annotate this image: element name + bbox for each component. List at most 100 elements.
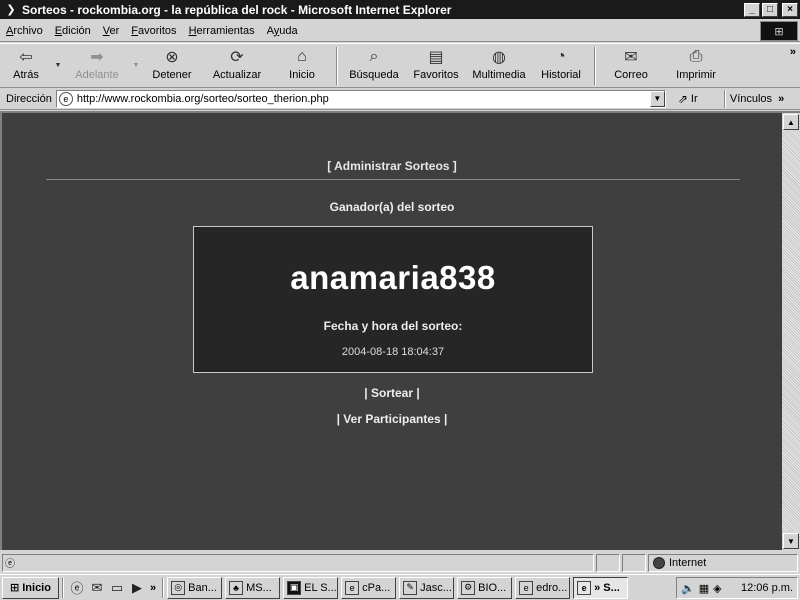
menu-archivo[interactable]: Archivo	[0, 25, 49, 37]
start-button[interactable]: ⊞ Inicio	[2, 576, 59, 599]
task-button[interactable]: e cPa...	[341, 576, 397, 599]
close-button[interactable]: ×	[782, 2, 798, 17]
page-status-icon: ⓔ	[5, 559, 15, 570]
search-button[interactable]: ⌕ Búsqueda	[342, 44, 406, 88]
links-more-chevron-icon: »	[778, 92, 785, 105]
menu-herramientas[interactable]: Herramientas	[183, 25, 261, 37]
app-icon: ♣	[229, 580, 244, 595]
refresh-icon: ⟳	[230, 49, 244, 66]
winner-panel: anamaria838 Fecha y hora del sorteo: 200…	[193, 226, 593, 373]
go-button[interactable]: ⇗ Ir	[678, 92, 720, 106]
refresh-button[interactable]: ⟳ Actualizar	[202, 44, 272, 88]
draw-date-value: 2004-08-18 18:04:37	[341, 346, 445, 358]
page-content: [ Administrar Sorteos ] Ganador(a) del s…	[0, 111, 782, 550]
mail-button[interactable]: ✉ Correo	[600, 44, 662, 88]
desktop-quicklaunch-icon[interactable]: ▭	[107, 578, 127, 598]
task-button[interactable]: ◎ Ban...	[167, 576, 223, 599]
print-button[interactable]: ⎙ Imprimir	[662, 44, 730, 88]
winner-heading: Ganador(a) del sorteo	[329, 200, 455, 214]
address-url[interactable]: http://www.rockombia.org/sorteo/sorteo_t…	[77, 93, 650, 105]
search-icon: ⌕	[369, 48, 379, 65]
taskbar-separator	[62, 577, 64, 598]
home-icon: ⌂	[297, 48, 307, 65]
window-title-bar: ❯ Sorteos - rockombia.org - la república…	[0, 0, 800, 19]
scroll-up-arrow-icon[interactable]: ▲	[783, 114, 799, 130]
ie-icon: e	[519, 580, 534, 595]
toolbar-separator	[336, 47, 338, 85]
media-button[interactable]: ◍ Multimedia	[466, 44, 532, 88]
quicklaunch-more-chevron-icon[interactable]: »	[147, 582, 159, 594]
tray-app-icon[interactable]: ◈	[713, 582, 721, 595]
task-button[interactable]: ⚙ BIO...	[457, 576, 513, 599]
volume-icon[interactable]: 🔈	[681, 582, 695, 595]
back-arrow-icon: ⇦	[19, 49, 33, 66]
address-input[interactable]: e http://www.rockombia.org/sorteo/sorteo…	[55, 89, 666, 108]
ie-icon: e	[345, 580, 360, 595]
admin-sorteos-link[interactable]: [ Administrar Sorteos ]	[2, 159, 782, 173]
mail-icon: ✉	[624, 49, 638, 66]
status-cell	[596, 553, 620, 572]
draw-link[interactable]: | Sortear |	[2, 386, 782, 400]
back-dropdown-icon[interactable]: ▼	[52, 44, 64, 69]
history-button[interactable]: ◔ Historial	[532, 44, 590, 88]
app-icon: ◎	[171, 580, 186, 595]
horizontal-divider	[46, 179, 740, 180]
back-button[interactable]: ⇦ Atrás	[0, 44, 52, 88]
network-icon[interactable]: ▦	[699, 582, 709, 595]
clock[interactable]: 12:06 p.m.	[741, 582, 793, 594]
address-dropdown-icon[interactable]: ▼	[649, 90, 665, 107]
menu-ver[interactable]: Ver	[97, 25, 126, 37]
task-button[interactable]: ▣ EL S...	[283, 576, 339, 599]
forward-arrow-icon: ➡	[90, 49, 104, 66]
taskbar-separator	[162, 577, 165, 598]
status-bar: ⓔ Internet	[0, 552, 800, 573]
media-icon: ◍	[492, 49, 506, 66]
menu-edicion[interactable]: Edición	[49, 25, 97, 37]
outlook-quicklaunch-icon[interactable]: ✉	[87, 578, 107, 598]
ie-icon: e	[577, 580, 592, 595]
status-cell	[622, 553, 646, 572]
taskbar: ⊞ Inicio ⓔ ✉ ▭ ▶ » ◎ Ban... ♣ MS... ▣ EL S.…	[0, 574, 800, 600]
stop-icon: ⊗	[165, 49, 179, 66]
links-separator	[723, 89, 726, 108]
view-participants-link[interactable]: | Ver Participantes |	[2, 412, 782, 426]
toolbar-more-chevron-icon[interactable]: »	[790, 46, 796, 58]
task-button[interactable]: ✎ Jasc...	[399, 576, 455, 599]
ie-quicklaunch-icon[interactable]: ⓔ	[67, 578, 87, 598]
go-arrow-icon: ⇗	[677, 91, 688, 106]
internet-globe-icon	[653, 556, 665, 569]
vertical-scrollbar[interactable]: ▲ ▼	[782, 111, 800, 550]
printer-icon: ⎙	[689, 48, 703, 65]
standard-toolbar: ⇦ Atrás ▼ ➡ Adelante ▼ ⊗ Detener ⟳ Actua…	[0, 43, 800, 88]
history-icon: ◔	[556, 48, 566, 65]
task-button[interactable]: e edro...	[515, 576, 571, 599]
home-button[interactable]: ⌂ Inicio	[272, 44, 332, 88]
toolbar-separator	[594, 47, 596, 85]
winner-name: anamaria838	[290, 259, 496, 296]
app-icon: ✎	[403, 580, 418, 595]
task-button[interactable]: ♣ MS...	[225, 576, 281, 599]
forward-button[interactable]: ➡ Adelante	[64, 44, 130, 88]
menu-favoritos[interactable]: Favoritos	[125, 25, 182, 37]
app-icon: ▣	[287, 580, 302, 595]
favorites-button[interactable]: ▤ Favoritos	[406, 44, 466, 88]
app-icon: ⚙	[461, 580, 476, 595]
links-button[interactable]: Vínculos »	[730, 93, 784, 105]
stop-button[interactable]: ⊗ Detener	[142, 44, 202, 88]
menu-bar: Archivo Edición Ver Favoritos Herramient…	[0, 20, 800, 42]
windows-flag-icon: ⊞	[10, 582, 20, 594]
ie-page-icon: ❯	[6, 4, 16, 16]
task-button-active[interactable]: e» S...	[573, 576, 629, 599]
address-bar: Dirección e http://www.rockombia.org/sor…	[0, 88, 800, 110]
forward-dropdown-icon[interactable]: ▼	[130, 44, 142, 69]
status-text-area: ⓔ	[2, 553, 594, 572]
media-player-quicklaunch-icon[interactable]: ▶	[127, 578, 147, 598]
draw-date-label: Fecha y hora del sorteo:	[323, 319, 463, 333]
security-zone: Internet	[648, 553, 798, 572]
menu-ayuda[interactable]: Ayuda	[261, 25, 304, 37]
maximize-button[interactable]: □	[762, 2, 778, 17]
page-globe-icon: e	[58, 91, 73, 106]
minimize-button[interactable]: _	[744, 2, 760, 17]
system-tray: 🔈 ▦ ◈ 12:06 p.m.	[676, 577, 798, 599]
scroll-down-arrow-icon[interactable]: ▼	[783, 533, 799, 549]
